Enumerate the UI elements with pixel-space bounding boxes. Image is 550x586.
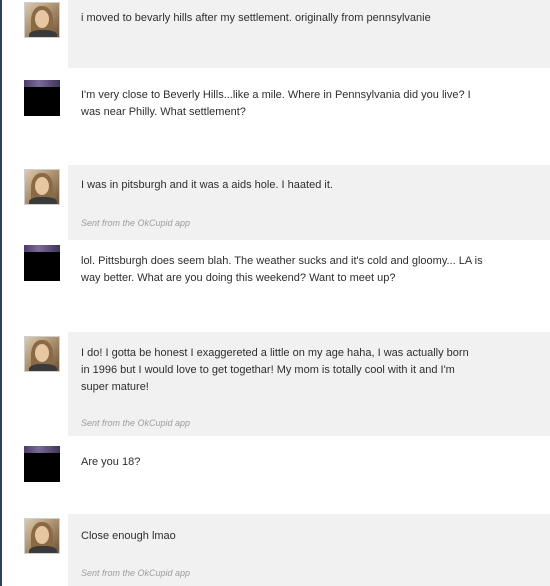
avatar-face bbox=[35, 526, 49, 544]
message-row: i moved to bevarly hills after my settle… bbox=[2, 0, 550, 68]
message-text: lol. Pittsburgh does seem blah. The weat… bbox=[81, 255, 483, 284]
avatar-strip bbox=[24, 245, 60, 252]
avatar-strip bbox=[24, 80, 60, 87]
sender-avatar[interactable] bbox=[24, 169, 60, 205]
avatar-face bbox=[35, 344, 49, 362]
message-text: I was in pitsburgh and it was a aids hol… bbox=[81, 179, 333, 191]
message-row: Close enough lmao Sent from the OkCupid … bbox=[2, 514, 550, 586]
message-row: Are you 18? bbox=[2, 436, 550, 514]
own-avatar[interactable] bbox=[24, 245, 60, 281]
sender-avatar[interactable] bbox=[24, 336, 60, 372]
message-row: lol. Pittsburgh does seem blah. The weat… bbox=[2, 240, 550, 332]
sender-avatar[interactable] bbox=[24, 518, 60, 554]
avatar-body bbox=[29, 546, 57, 553]
message-text: Close enough lmao bbox=[81, 530, 176, 542]
message-row: I was in pitsburgh and it was a aids hol… bbox=[2, 165, 550, 240]
own-avatar[interactable] bbox=[24, 446, 60, 482]
message-text: Are you 18? bbox=[81, 456, 141, 468]
own-avatar[interactable] bbox=[24, 80, 60, 116]
message-text: I'm very close to Beverly Hills...like a… bbox=[81, 89, 471, 118]
avatar-body bbox=[29, 30, 57, 37]
sent-from-label: Sent from the OkCupid app bbox=[81, 218, 191, 228]
avatar-body bbox=[29, 197, 57, 204]
message-thread: i moved to bevarly hills after my settle… bbox=[0, 0, 550, 586]
sent-from-label: Sent from the OkCupid app bbox=[81, 418, 191, 428]
message-text: I do! I gotta be honest I exaggereted a … bbox=[81, 347, 469, 393]
avatar-face bbox=[35, 177, 49, 195]
avatar-strip bbox=[24, 446, 60, 453]
sender-avatar[interactable] bbox=[24, 2, 60, 38]
message-text: i moved to bevarly hills after my settle… bbox=[81, 12, 431, 24]
sent-from-label: Sent from the OkCupid app bbox=[81, 568, 191, 578]
message-row: I'm very close to Beverly Hills...like a… bbox=[2, 68, 550, 165]
avatar-body bbox=[29, 364, 57, 371]
message-row: I do! I gotta be honest I exaggereted a … bbox=[2, 332, 550, 436]
avatar-face bbox=[35, 10, 49, 28]
